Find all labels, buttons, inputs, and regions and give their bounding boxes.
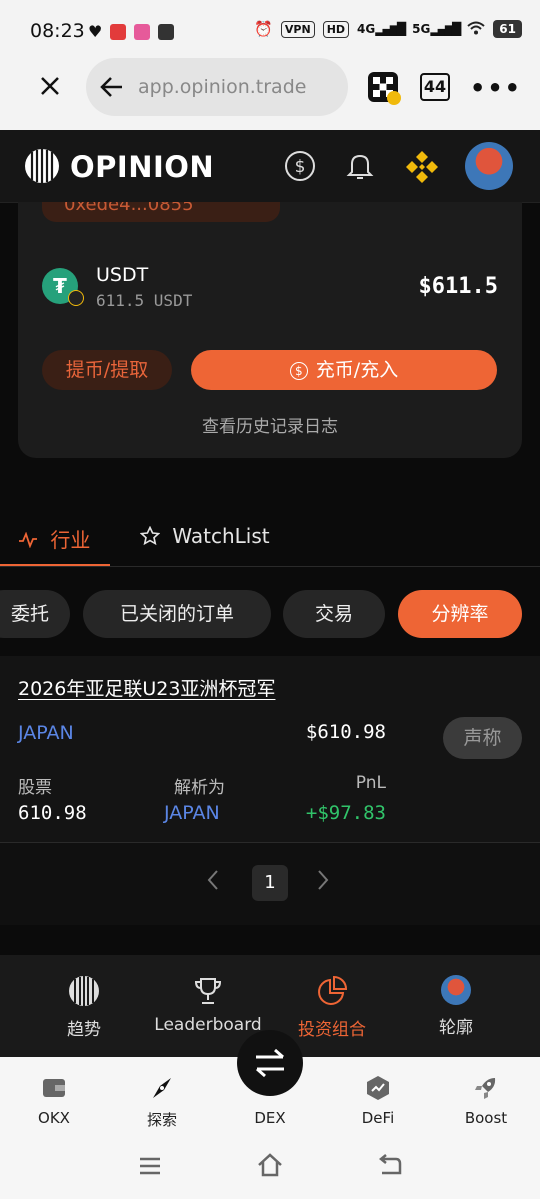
more-menu-icon[interactable]: ••• <box>470 74 522 102</box>
deposit-button[interactable]: $ 充币/充入 <box>191 350 497 390</box>
token-name: USDT <box>96 264 149 286</box>
status-right: ⏰ VPN HD 4G▂▄▆█ 5G▂▄▆█ 61 <box>254 20 522 38</box>
tab-industry[interactable]: 行业 <box>18 524 90 553</box>
withdraw-label: 提币/提取 <box>65 359 149 381</box>
wallet-address: 0xede4...0855 <box>64 202 194 215</box>
system-back-icon[interactable] <box>376 1154 402 1182</box>
status-time: 08:23 <box>30 20 85 42</box>
compass-icon <box>153 1078 171 1098</box>
heart-icon: ♥ <box>88 22 103 41</box>
tab-industry-label: 行业 <box>50 528 91 552</box>
nav-portfolio[interactable]: 投资组合 <box>267 975 397 1040</box>
bnb-badge-icon <box>68 290 84 306</box>
app-notification-icon <box>158 23 175 40</box>
okx-nav-explore[interactable]: 探索 <box>117 1075 207 1130</box>
tab-watchlist-label: WatchList <box>172 524 270 548</box>
resolved-value: JAPAN <box>164 802 220 824</box>
app-notification-icon <box>134 23 151 40</box>
alarm-icon: ⏰ <box>254 20 273 38</box>
pnl-value: +$97.83 <box>305 802 386 824</box>
prev-page-icon[interactable] <box>206 869 220 897</box>
next-page-icon[interactable] <box>316 869 330 897</box>
back-arrow-icon[interactable] <box>100 76 124 102</box>
token-amount: 611.5 USDT <box>96 291 193 310</box>
address-bar[interactable]: app.opinion.trade <box>86 58 348 116</box>
app-header: OPINION $ <box>0 130 540 203</box>
system-home-icon[interactable] <box>256 1152 284 1182</box>
avatar[interactable] <box>465 142 513 190</box>
claim-button[interactable]: 声称 <box>443 717 522 759</box>
okx-wallet-icon[interactable] <box>368 72 402 110</box>
history-log-link[interactable]: 查看历史记录日志 <box>18 412 522 437</box>
vpn-badge: VPN <box>280 20 315 38</box>
shares-value: 610.98 <box>18 802 87 824</box>
shares-label: 股票 <box>18 778 52 798</box>
withdraw-button[interactable]: 提币/提取 <box>42 350 172 390</box>
rocket-icon <box>475 1078 496 1099</box>
close-icon[interactable] <box>38 74 62 102</box>
market-title-link[interactable]: 2026年亚足联U23亚洲杯冠军 <box>18 674 275 701</box>
active-tab-indicator <box>0 564 110 566</box>
filter-orders[interactable]: 委托 <box>0 590 70 638</box>
okx-nav-defi[interactable]: DeFi <box>333 1075 423 1127</box>
wifi-icon <box>467 21 485 38</box>
signal-5g: 5G▂▄▆█ <box>412 22 461 36</box>
star-icon <box>139 524 166 548</box>
swap-arrows-icon <box>253 1047 287 1083</box>
app-notification-icon <box>110 23 127 40</box>
profile-avatar <box>441 975 471 1005</box>
wallet-card: 0xede4...0855 ₮ USDT 611.5 USDT $611.5 提… <box>18 202 522 458</box>
nav-profile[interactable]: 轮廓 <box>391 975 521 1038</box>
position-value: $610.98 <box>305 721 386 743</box>
filter-trades[interactable]: 交易 <box>283 590 385 638</box>
dollar-circle-icon: $ <box>289 361 308 380</box>
pagination: 1 <box>0 843 540 925</box>
pie-chart-icon <box>316 975 348 1011</box>
brand-name: OPINION <box>70 150 215 184</box>
pnl-label: PnL <box>355 773 386 793</box>
outcome-label: JAPAN <box>18 722 74 744</box>
page-number-current[interactable]: 1 <box>252 865 288 901</box>
token-value: $611.5 <box>418 274 498 299</box>
wallet-address-chip[interactable]: 0xede4...0855 <box>42 202 280 222</box>
nav-leaderboard[interactable]: Leaderboard <box>143 975 273 1035</box>
dollar-icon[interactable]: $ <box>284 150 316 186</box>
okx-nav-boost[interactable]: Boost <box>441 1075 531 1127</box>
tab-bar: 行业 WatchList <box>0 510 540 567</box>
filter-resolution[interactable]: 分辨率 <box>398 590 522 638</box>
okx-nav-okx[interactable]: OKX <box>9 1075 99 1127</box>
filter-closed-orders[interactable]: 已关闭的订单 <box>83 590 271 638</box>
nav-profile-label: 轮廓 <box>439 1018 473 1038</box>
nav-trending-label: 趋势 <box>67 1020 101 1040</box>
bnb-chain-icon[interactable] <box>403 148 441 190</box>
nav-trending[interactable]: 趋势 <box>19 975 149 1040</box>
deposit-label: 充币/充入 <box>315 359 399 381</box>
opinion-logo-icon[interactable] <box>24 148 60 188</box>
signal-4g: 4G▂▄▆█ <box>357 22 406 36</box>
battery-indicator: 61 <box>493 20 522 38</box>
svg-text:$: $ <box>295 157 306 177</box>
browser-bar: app.opinion.trade 44 ••• <box>0 58 540 130</box>
notification-icons: ♥ <box>88 22 175 41</box>
wallet-icon <box>43 1079 65 1097</box>
defi-icon <box>367 1076 389 1100</box>
activity-icon <box>18 528 44 552</box>
hd-badge: HD <box>322 20 350 38</box>
system-menu-icon[interactable] <box>138 1156 162 1180</box>
dex-swap-button[interactable] <box>237 1030 303 1096</box>
trending-icon <box>68 976 100 1011</box>
resolved-label: 解析为 <box>174 778 225 798</box>
position-card: 2026年亚足联U23亚洲杯冠军 JAPAN $610.98 声称 股票 610… <box>0 656 540 843</box>
status-bar: 08:23 ♥ ⏰ VPN HD 4G▂▄▆█ 5G▂▄▆█ 61 <box>0 0 540 60</box>
tab-watchlist[interactable]: WatchList <box>139 524 270 548</box>
url-text: app.opinion.trade <box>138 76 307 98</box>
bell-icon[interactable] <box>344 150 376 186</box>
trophy-icon <box>192 978 224 1011</box>
nav-leaderboard-label: Leaderboard <box>154 1015 262 1035</box>
tab-count-button[interactable]: 44 <box>420 73 450 101</box>
